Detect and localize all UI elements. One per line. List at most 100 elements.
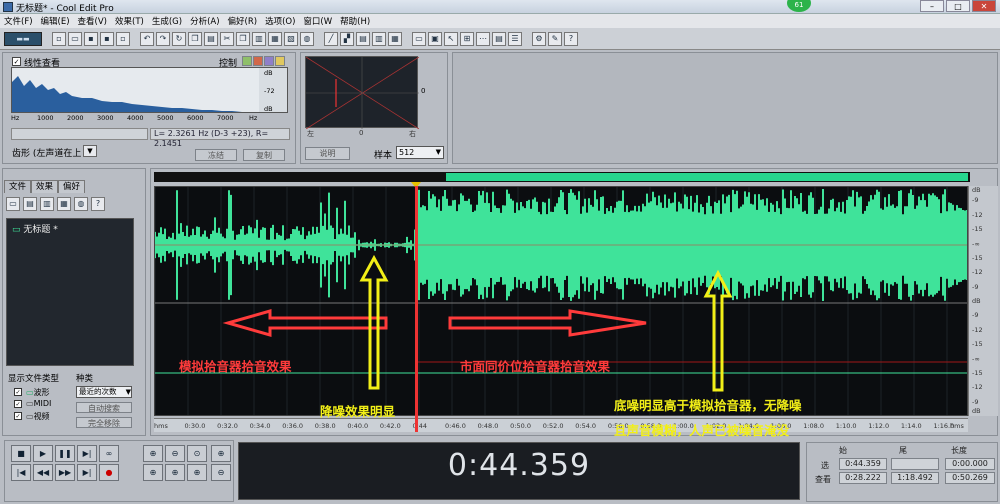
zoom-in-v-icon[interactable]: ⊕	[211, 445, 231, 462]
control-yellow-button[interactable]	[275, 56, 285, 66]
auto-search-button[interactable]: 自动搜索	[76, 402, 132, 413]
zoom-out-h-icon[interactable]: ⊖	[165, 445, 185, 462]
spectrum-scrollbar[interactable]	[11, 128, 148, 140]
close-icon[interactable]: ▥	[40, 197, 54, 211]
selection-begin[interactable]: 0:44.359	[839, 458, 887, 470]
menu-window[interactable]: 窗口(W	[299, 14, 336, 28]
view-length[interactable]: 0:50.269	[945, 472, 995, 484]
phase-tick-center: 0	[359, 129, 363, 137]
zoom-selection-icon[interactable]: ⊕	[187, 464, 207, 481]
menu-options[interactable]: 选项(O)	[261, 14, 299, 28]
scan-icon[interactable]: ◍	[300, 32, 314, 46]
maximize-icon[interactable]: □	[946, 0, 970, 12]
view-begin[interactable]: 0:28.222	[839, 472, 887, 484]
bpm-icon[interactable]: ▤	[492, 32, 506, 46]
help-icon[interactable]: ?	[564, 32, 578, 46]
linear-view-checkbox[interactable]: ✓	[12, 57, 21, 66]
sort-dropdown[interactable]: 最近的次数▼	[76, 386, 132, 398]
control-green-button[interactable]	[242, 56, 252, 66]
settings-icon[interactable]: ⚙	[532, 32, 546, 46]
type-video-checkbox[interactable]: ✓	[14, 412, 22, 420]
type-waveform-checkbox[interactable]: ✓	[14, 388, 22, 396]
right-red-arrow	[450, 311, 646, 335]
copy-icon[interactable]: ❐	[188, 32, 202, 46]
go-end-icon[interactable]: ▶|	[77, 464, 97, 481]
edit-file-icon[interactable]: ▦	[57, 197, 71, 211]
control-purple-button[interactable]	[264, 56, 274, 66]
selection-end[interactable]	[891, 458, 939, 470]
cursor-icon[interactable]: ↖	[444, 32, 458, 46]
zoom-left-icon[interactable]: ⊕	[143, 464, 163, 481]
file-help-icon[interactable]: ?	[91, 197, 105, 211]
zoom-out-v-icon[interactable]: ⊖	[211, 464, 231, 481]
remove-all-button[interactable]: 完全移除	[76, 417, 132, 428]
edit-icon[interactable]: ✎	[548, 32, 562, 46]
mixer-icon[interactable]: ▥	[372, 32, 386, 46]
menu-view[interactable]: 查看(V)	[74, 14, 111, 28]
spectral-view-icon[interactable]: ▞	[340, 32, 354, 46]
loop-icon[interactable]: ∞	[99, 445, 119, 462]
minimize-icon[interactable]: –	[920, 0, 944, 12]
multitrack-icon[interactable]: ▤	[356, 32, 370, 46]
record-icon[interactable]: ●	[99, 464, 119, 481]
copy-new-icon[interactable]: ❐	[236, 32, 250, 46]
view-end[interactable]: 1:18.492	[891, 472, 939, 484]
repeat-icon[interactable]: ↻	[172, 32, 186, 46]
waveform-view-icon[interactable]: ╱	[324, 32, 338, 46]
menu-analyze[interactable]: 分析(A)	[186, 14, 223, 28]
pause-icon[interactable]: ❚❚	[55, 445, 75, 462]
menu-help[interactable]: 帮助(H)	[336, 14, 374, 28]
type-midi-checkbox[interactable]: ✓	[14, 400, 22, 408]
tab-favorites[interactable]: 偏好	[58, 180, 85, 193]
copy-button[interactable]: 复制	[243, 149, 285, 161]
save-as-icon[interactable]: ▪	[100, 32, 114, 46]
sample-size-dropdown[interactable]: 512▼	[396, 146, 444, 159]
open-folder-icon[interactable]: ▭	[6, 197, 20, 211]
file-list-item[interactable]: ▭ 无标题 *	[12, 222, 58, 235]
import-icon[interactable]: ▤	[23, 197, 37, 211]
menu-favorites[interactable]: 偏好(R)	[224, 14, 262, 28]
annotation-right-label: 市面同价位拾音器拾音效果	[460, 356, 610, 375]
open-file-icon[interactable]: ▭	[68, 32, 82, 46]
close-file-icon[interactable]: ▫	[116, 32, 130, 46]
mix-paste-icon[interactable]: ▦	[268, 32, 282, 46]
time-format-icon[interactable]: ⋯	[476, 32, 490, 46]
play-to-end-icon[interactable]: ▶|	[77, 445, 97, 462]
selection-length[interactable]: 0:00.000	[945, 458, 995, 470]
undo-icon[interactable]: ↶	[140, 32, 154, 46]
zoom-right-icon[interactable]: ⊕	[165, 464, 185, 481]
close-icon[interactable]: ✕	[972, 0, 996, 12]
tab-effects[interactable]: 效果	[31, 180, 58, 193]
cue-icon[interactable]: ▭	[412, 32, 426, 46]
save-icon[interactable]: ▪	[84, 32, 98, 46]
mode-toggle-button[interactable]: ▬▬	[4, 32, 42, 46]
go-start-icon[interactable]: |◀	[11, 464, 31, 481]
zoom-full-icon[interactable]: ⊙	[187, 445, 207, 462]
play-icon[interactable]: ▶	[33, 445, 53, 462]
phase-info-button[interactable]: 说明	[305, 147, 350, 160]
freeze-button[interactable]: 冻结	[195, 149, 237, 161]
stop-icon[interactable]: ■	[11, 445, 31, 462]
trim-icon[interactable]: ▧	[284, 32, 298, 46]
paste-icon[interactable]: ▤	[204, 32, 218, 46]
marker-icon[interactable]: ▣	[428, 32, 442, 46]
tab-files[interactable]: 文件	[4, 180, 31, 193]
new-file-icon[interactable]: ▫	[52, 32, 66, 46]
list-icon[interactable]: ☰	[508, 32, 522, 46]
menu-file[interactable]: 文件(F)	[0, 14, 37, 28]
file-list[interactable]	[6, 218, 134, 366]
control-red-button[interactable]	[253, 56, 263, 66]
rewind-icon[interactable]: ◀◀	[33, 464, 53, 481]
cut-icon[interactable]: ✂	[220, 32, 234, 46]
redo-icon[interactable]: ↷	[156, 32, 170, 46]
menu-effects[interactable]: 效果(T)	[111, 14, 148, 28]
menu-generate[interactable]: 生成(G)	[148, 14, 186, 28]
track-view-icon[interactable]: ▦	[388, 32, 402, 46]
zoom-in-h-icon[interactable]: ⊕	[143, 445, 163, 462]
paste-new-icon[interactable]: ▥	[252, 32, 266, 46]
view-mode-dropdown[interactable]: ▼	[83, 145, 97, 157]
fast-forward-icon[interactable]: ▶▶	[55, 464, 75, 481]
insert-icon[interactable]: ◍	[74, 197, 88, 211]
menu-edit[interactable]: 编辑(E)	[37, 14, 74, 28]
grid-icon[interactable]: ⊞	[460, 32, 474, 46]
